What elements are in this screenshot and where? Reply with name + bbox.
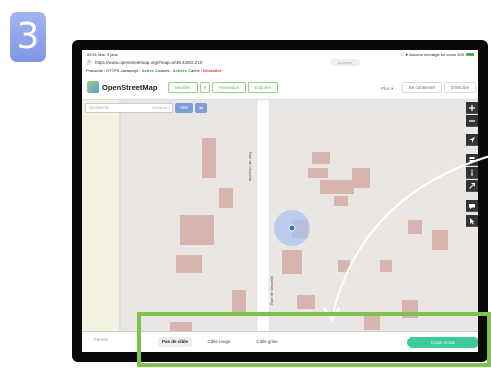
more-menu[interactable]: Plus ▾ [381,86,393,92]
note-control[interactable] [466,200,478,212]
export-button[interactable]: Exporter [248,82,278,93]
search-hint: Où est-ce ? [151,106,170,110]
layers-control[interactable] [466,154,478,166]
browser-url-bar: ‹ https://www.openstreetmap.org/#map=6/4… [82,58,478,67]
street-label: Rue de Vaucelle [269,275,274,305]
highlight-box [137,312,491,367]
login-button[interactable]: Se connecter [402,82,442,93]
tutorial-stage: 3 Rue de Vaucelle Rue de Vaucelle 09:41 … [0,0,491,368]
locate-icon [469,137,475,143]
osm-logo-icon[interactable] [87,81,99,93]
cache-label: Cache : [188,68,204,73]
share-icon [469,183,475,189]
javascript-label: Javascript : [120,68,142,73]
tablet-screen: Rue de Vaucelle Rue de Vaucelle 09:41 Ma… [82,50,478,352]
directions-button[interactable]: ⇆ [195,103,207,113]
close-button[interactable]: Fermer [94,337,109,342]
signup-button[interactable]: S'inscrire [444,82,476,93]
zoom-in-control[interactable] [466,102,478,114]
zoom-out-control[interactable] [466,115,478,127]
protocol-label: Protocole : [86,68,107,73]
locate-control[interactable] [466,134,478,146]
search-placeholder: Recherche [89,105,110,110]
query-icon [470,218,475,225]
search-input[interactable]: Recherche Où est-ce ? [85,103,173,113]
share-control[interactable] [466,180,478,192]
info-icon [471,169,473,176]
step-number-badge: 3 [10,12,46,62]
url-field[interactable]: https://www.openstreetmap.org/#map=6/46.… [95,60,202,65]
current-location-marker [274,210,310,246]
osm-brand[interactable]: OpenStreetMap [102,83,157,92]
cache-value: Désactivé [203,68,222,73]
edit-button[interactable]: Modifier [168,82,198,93]
home-button[interactable]: Accéder [330,59,360,66]
info-control[interactable] [466,167,478,179]
directions-icon: ⇆ [199,105,203,110]
protocol-value: HTTPS [106,68,120,73]
javascript-value: Activé [141,68,154,73]
history-button[interactable]: Historique [212,82,246,93]
status-time: 09:41 Mar. 9 janv. [87,52,119,57]
battery-icon [466,53,474,57]
cookies-label: Cookies : [154,68,173,73]
query-control[interactable] [466,215,478,227]
edit-dropdown-button[interactable]: ▾ [200,82,210,93]
street-label: Rue de Vaucelle [248,152,253,182]
back-icon[interactable]: ‹ [86,59,92,65]
zoom-in-icon [469,105,475,111]
note-icon [469,204,475,209]
battery-status: ⌔ ➤ Aucune recharge en cours 100 [400,52,464,57]
cookies-value: Activés [172,68,187,73]
osm-header: OpenStreetMap Modifier ▾ Historique Expo… [82,75,478,100]
protocol-info-bar: Protocole : HTTPS Javascript : Activé Co… [82,67,478,75]
layers-icon [469,157,475,162]
zoom-out-icon [469,120,475,122]
go-button[interactable]: Aller [175,103,193,113]
status-bar: 09:41 Mar. 9 janv. ⌔ ➤ Aucune recharge e… [82,50,478,58]
